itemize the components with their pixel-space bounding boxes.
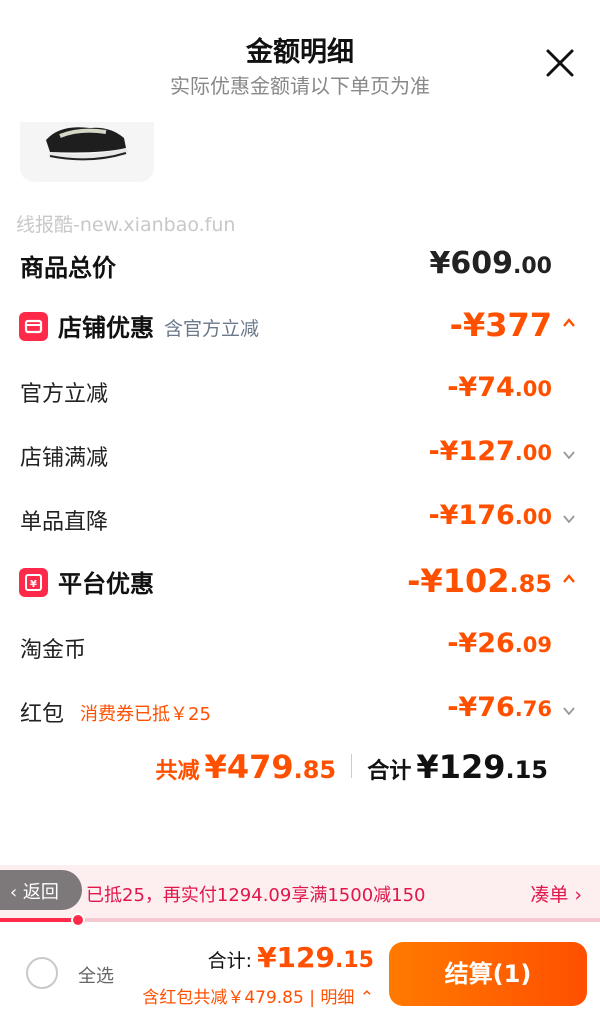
checkout-footer: 全选 合计: ¥129.15 含红包共减￥479.85 | 明细 ⌃ 结算(1)	[0, 925, 600, 1028]
select-all-checkbox[interactable]	[26, 957, 58, 989]
discount-item-label: 官方立减	[20, 382, 109, 407]
store-discount-row[interactable]: 店铺优惠 含官方立减 -¥377	[0, 304, 600, 344]
chevron-down-icon[interactable]	[562, 704, 576, 718]
total-reduce-dec: .85	[293, 756, 337, 784]
promo-text: 已抵25，再实付1294.09享满1500减150	[86, 885, 426, 906]
discount-item-row[interactable]: 单品直降 -¥176.00	[0, 498, 600, 538]
total-reduce-int: ¥479	[204, 748, 294, 786]
discount-item-label: 红包	[20, 702, 65, 727]
platform-discount-label: 平台优惠	[58, 570, 154, 598]
summary-total-dec: .15	[505, 756, 548, 784]
chevron-up-icon[interactable]	[562, 572, 576, 586]
platform-discount-row[interactable]: ¥ 平台优惠 -¥102.85	[0, 560, 600, 600]
chevron-up-icon[interactable]	[562, 316, 576, 330]
sheet-header: 金额明细 实际优惠金额请以下单页为准	[0, 0, 600, 110]
chevron-down-icon[interactable]	[562, 448, 576, 462]
summary-divider	[351, 754, 353, 778]
platform-discount-value: -¥102.85	[407, 562, 552, 600]
sneaker-image	[46, 127, 128, 161]
coupon-note: 消费券已抵￥25	[80, 704, 211, 725]
total-price-label: 商品总价	[20, 254, 116, 282]
total-reduce-label: 共减	[155, 759, 200, 784]
svg-text:¥: ¥	[30, 579, 37, 590]
promo-bar: 已抵25，再实付1294.09享满1500减150 凑单 ›	[0, 865, 600, 921]
select-all-label[interactable]: 全选	[78, 962, 114, 988]
footer-total-int: ¥129	[257, 941, 336, 974]
discount-item-value: -¥76.76	[447, 692, 552, 723]
store-discount-note: 含官方立减	[164, 318, 260, 340]
discount-summary: 共减 ¥479.85 合计 ¥129.15	[155, 748, 548, 792]
footer-discount-detail[interactable]: 含红包共减￥479.85 | 明细 ⌃	[142, 983, 374, 1008]
discount-item-value: -¥74.00	[447, 372, 552, 403]
page-subtitle: 实际优惠金额请以下单页为准	[170, 74, 430, 98]
store-badge-icon	[19, 312, 48, 341]
discount-item-label: 店铺满减	[20, 446, 109, 471]
total-price-row: 商品总价 ¥609.00	[0, 244, 600, 284]
footer-total-dec: .15	[335, 948, 374, 973]
platform-badge-icon: ¥	[19, 568, 48, 597]
page-title: 金额明细	[246, 37, 354, 68]
close-icon[interactable]	[543, 46, 577, 80]
discount-item-row[interactable]: 店铺满减 -¥127.00	[0, 434, 600, 474]
checkout-button[interactable]: 结算(1)	[389, 942, 587, 1006]
discount-item-row[interactable]: 红包 消费券已抵￥25 -¥76.76	[0, 690, 600, 730]
back-button[interactable]: ‹ 返回	[0, 870, 82, 910]
add-items-link[interactable]: 凑单 ›	[530, 880, 582, 907]
discount-item-value: -¥127.00	[428, 436, 552, 467]
discount-item-label: 淘金币	[20, 638, 87, 663]
footer-total: 合计: ¥129.15	[208, 941, 374, 974]
discount-item-value: -¥176.00	[428, 500, 552, 531]
total-price-value: ¥609.00	[429, 246, 552, 281]
store-discount-label: 店铺优惠	[58, 314, 154, 342]
discount-item-label: 单品直降	[20, 510, 109, 535]
product-thumbnail	[20, 122, 154, 182]
store-discount-value: -¥377	[449, 306, 552, 344]
discount-item-row: 淘金币 -¥26.09	[0, 626, 600, 666]
summary-total-label: 合计	[367, 759, 412, 784]
promo-progress-bar	[0, 913, 600, 927]
back-label: 返回	[22, 882, 59, 903]
chevron-down-icon[interactable]	[562, 512, 576, 526]
summary-total-int: ¥129	[416, 748, 506, 786]
discount-item-row: 官方立减 -¥74.00	[0, 370, 600, 410]
promo-progress-fill	[0, 918, 78, 922]
watermark-text: 线报酷-new.xianbao.fun	[16, 214, 236, 236]
discount-item-value: -¥26.09	[447, 628, 552, 659]
footer-total-label: 合计:	[207, 950, 252, 972]
